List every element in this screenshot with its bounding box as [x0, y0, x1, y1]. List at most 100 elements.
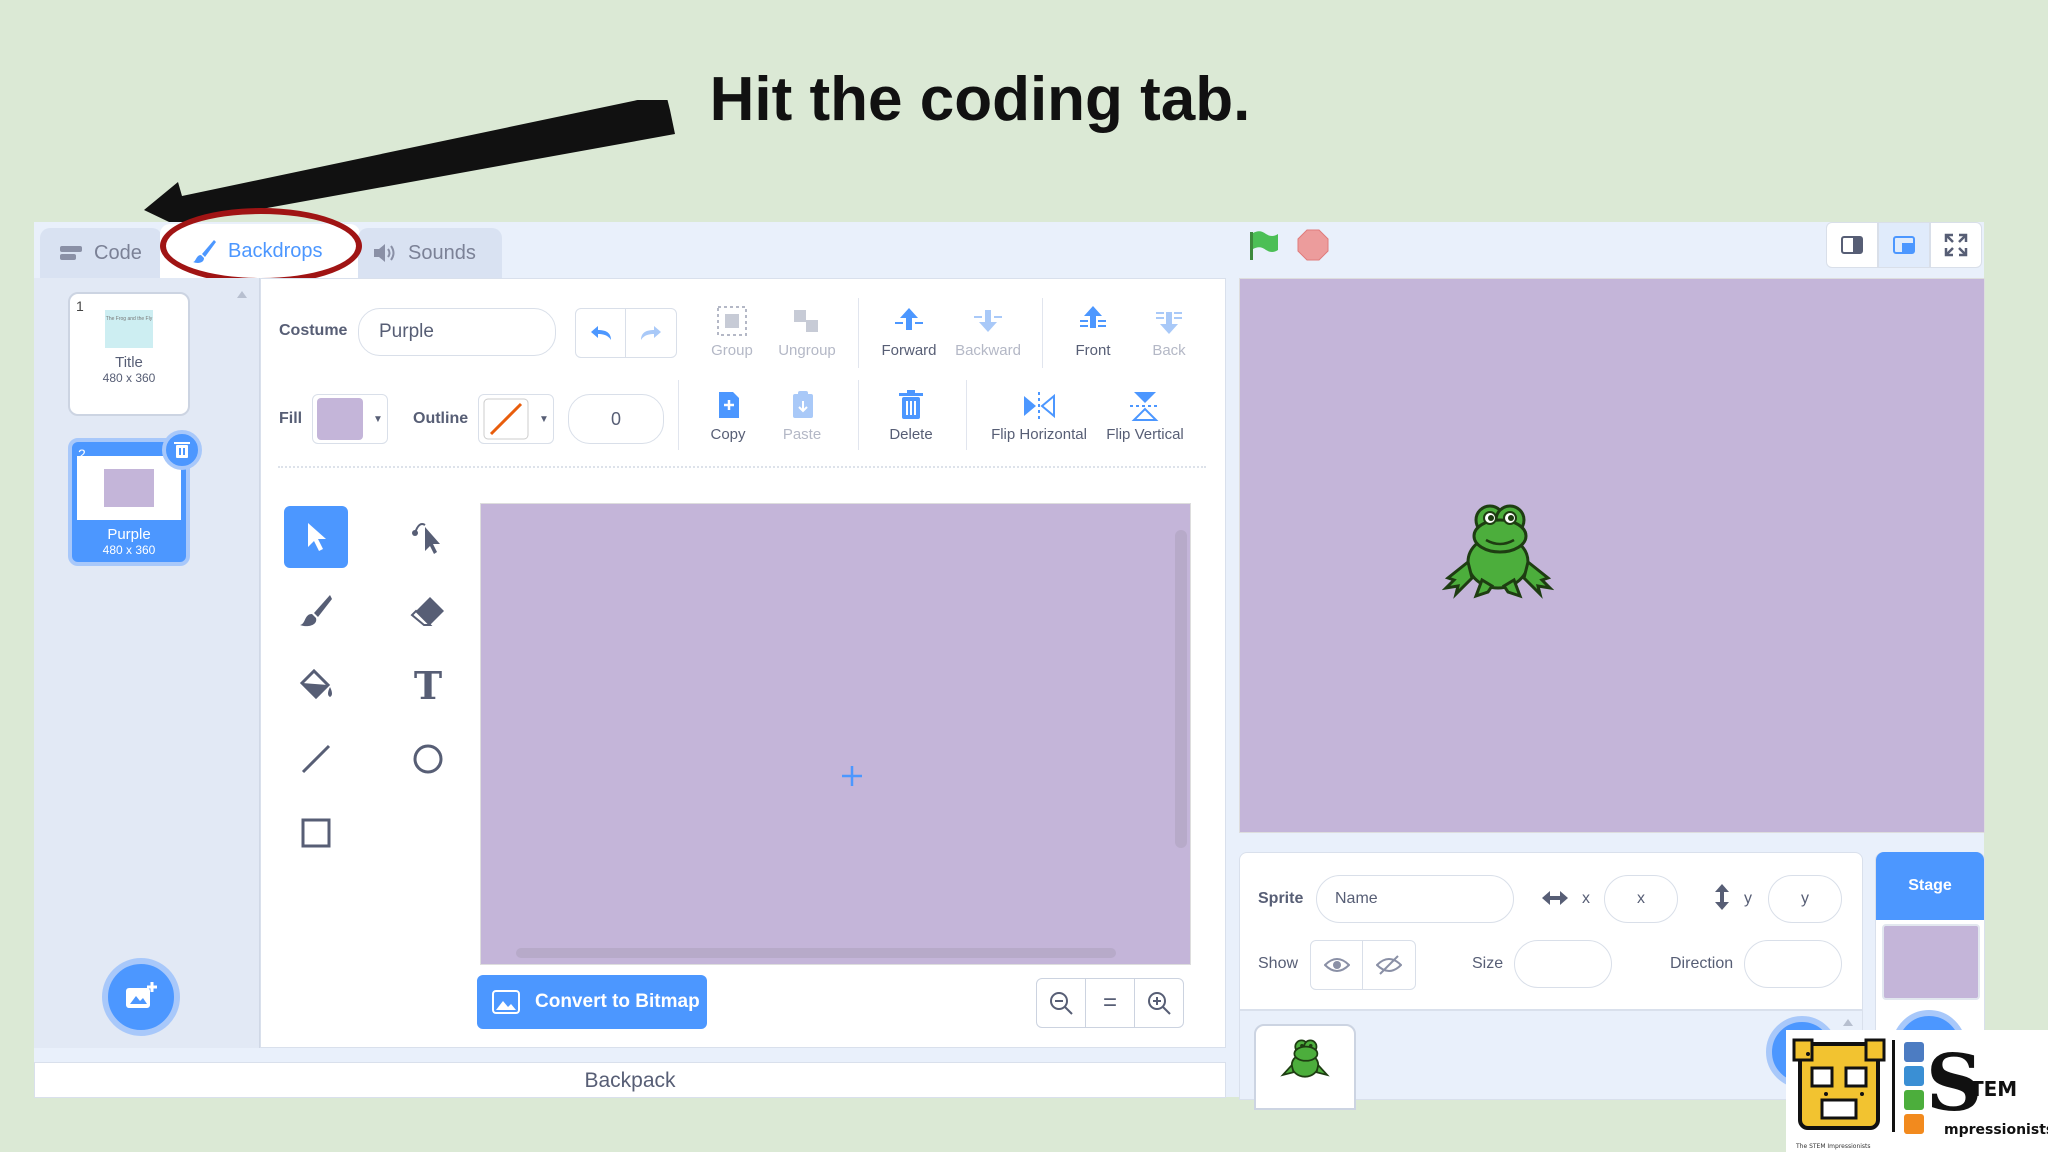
tab-code-label: Code [94, 241, 142, 264]
dropdown-caret-icon: ▼ [539, 413, 549, 425]
undo-redo-group [575, 308, 677, 358]
tab-sounds[interactable]: Sounds [358, 228, 502, 278]
backward-button[interactable]: Backward [952, 304, 1024, 359]
zoom-reset-label: = [1102, 989, 1117, 1016]
front-icon [1080, 306, 1106, 328]
size-input[interactable] [1514, 940, 1612, 988]
large-stage-icon [1893, 236, 1915, 254]
backpack-bar[interactable]: Backpack [34, 1062, 1226, 1098]
tab-code[interactable]: Code [40, 228, 162, 278]
backdrop-number: 1 [76, 298, 84, 314]
sprite-label: Sprite [1258, 890, 1304, 907]
text-icon: T [413, 662, 443, 708]
frog-icon [1280, 1039, 1330, 1078]
svg-text:The STEM Impressionists: The STEM Impressionists [1795, 1143, 1871, 1150]
copy-button[interactable]: Copy [698, 390, 758, 443]
x-position-input[interactable]: x [1604, 875, 1678, 923]
show-sprite-button[interactable] [1311, 941, 1364, 989]
small-stage-icon [1841, 236, 1863, 254]
sprite-name-input[interactable]: Name [1316, 875, 1514, 923]
group-icon [717, 306, 747, 336]
stage-backdrop-thumbnail[interactable] [1882, 924, 1980, 1000]
direction-input[interactable] [1744, 940, 1842, 988]
undo-button[interactable] [576, 309, 626, 357]
toolbar-separator [278, 466, 1206, 468]
stop-button[interactable] [1296, 228, 1330, 262]
zoom-in-icon [1148, 992, 1171, 1015]
stage-header[interactable]: Stage [1876, 852, 1984, 920]
toolbar-divider [678, 380, 679, 450]
zoom-out-icon [1050, 992, 1073, 1015]
direction-label: Direction [1670, 955, 1734, 972]
choose-backdrop-button[interactable] [102, 958, 180, 1036]
front-label: Front [1075, 342, 1111, 359]
horizontal-arrows-icon [1540, 888, 1570, 913]
select-tool[interactable] [284, 506, 348, 568]
redo-button[interactable] [626, 309, 676, 357]
ungroup-button[interactable]: Ungroup [774, 304, 840, 359]
trash-icon [899, 390, 923, 419]
forward-button[interactable]: Forward [876, 304, 942, 359]
paste-button[interactable]: Paste [772, 390, 832, 443]
front-button[interactable]: Front [1060, 304, 1126, 359]
zoom-in-button[interactable] [1134, 978, 1184, 1028]
backdrop-thumbnail: The Frog and the Fly [105, 310, 153, 348]
toolbar-divider [858, 380, 859, 450]
zoom-out-button[interactable] [1036, 978, 1086, 1028]
outline-width-input[interactable]: 0 [568, 394, 664, 444]
line-tool[interactable] [284, 728, 348, 790]
rectangle-tool[interactable] [284, 802, 348, 864]
frog-sprite[interactable] [1441, 496, 1555, 600]
flip-horizontal-icon [1024, 392, 1055, 420]
costume-name-input[interactable]: Purple [358, 308, 556, 356]
canvas-horizontal-scrollbar[interactable] [516, 948, 1116, 958]
delete-button[interactable]: Delete [880, 390, 942, 443]
flip-vertical-button[interactable]: Flip Vertical [1100, 390, 1190, 443]
y-position-input[interactable]: y [1768, 875, 1842, 923]
paste-label: Paste [782, 426, 822, 443]
reshape-tool[interactable] [396, 506, 460, 568]
list-scroll-up-icon[interactable] [236, 286, 248, 298]
fill-tool[interactable] [284, 654, 348, 716]
sprite-list-scroll-up-icon[interactable] [1842, 1014, 1854, 1026]
sprite-thumbnail-frog[interactable] [1254, 1024, 1356, 1110]
backward-icon [974, 310, 1002, 332]
text-tool[interactable]: T [396, 654, 460, 716]
undo-icon [590, 326, 611, 340]
delete-label: Delete [889, 426, 933, 443]
canvas-vertical-scrollbar[interactable] [1175, 530, 1187, 848]
delete-backdrop-button[interactable] [162, 430, 202, 470]
fill-color-picker[interactable]: ▼ [312, 394, 388, 444]
toolbar-divider [858, 298, 859, 368]
group-button[interactable]: Group [702, 304, 762, 359]
zoom-reset-button[interactable]: = [1085, 978, 1135, 1028]
large-stage-button[interactable] [1878, 222, 1930, 268]
paint-bucket-icon [299, 668, 332, 700]
speaker-icon [374, 244, 395, 262]
backdrop-item-title[interactable]: 1 The Frog and the Fly Title 480 x 360 [68, 292, 190, 416]
fullscreen-button[interactable] [1930, 222, 1982, 268]
stage-canvas[interactable] [1239, 278, 1985, 833]
convert-to-bitmap-button[interactable]: Convert to Bitmap [477, 975, 707, 1029]
dropdown-caret-icon: ▼ [373, 413, 383, 425]
vertical-arrows-icon [1712, 882, 1732, 917]
eye-slash-icon [1376, 955, 1402, 975]
forward-icon [895, 308, 923, 330]
brush-tool[interactable] [284, 580, 348, 642]
green-flag-button[interactable] [1246, 228, 1280, 262]
rectangle-icon [301, 818, 331, 848]
circle-tool[interactable] [396, 728, 460, 790]
brush-icon [300, 595, 332, 627]
outline-color-picker[interactable]: ▼ [478, 394, 554, 444]
flip-vertical-label: Flip Vertical [1106, 426, 1184, 443]
paint-canvas[interactable] [480, 503, 1191, 965]
line-icon [301, 744, 331, 774]
eraser-tool[interactable] [396, 580, 460, 642]
small-stage-button[interactable] [1826, 222, 1878, 268]
add-image-icon [126, 982, 157, 1008]
group-label: Group [711, 342, 753, 359]
tab-sounds-label: Sounds [408, 241, 476, 264]
hide-sprite-button[interactable] [1363, 941, 1415, 989]
back-button[interactable]: Back [1136, 304, 1202, 359]
flip-horizontal-button[interactable]: Flip Horizontal [984, 390, 1094, 443]
